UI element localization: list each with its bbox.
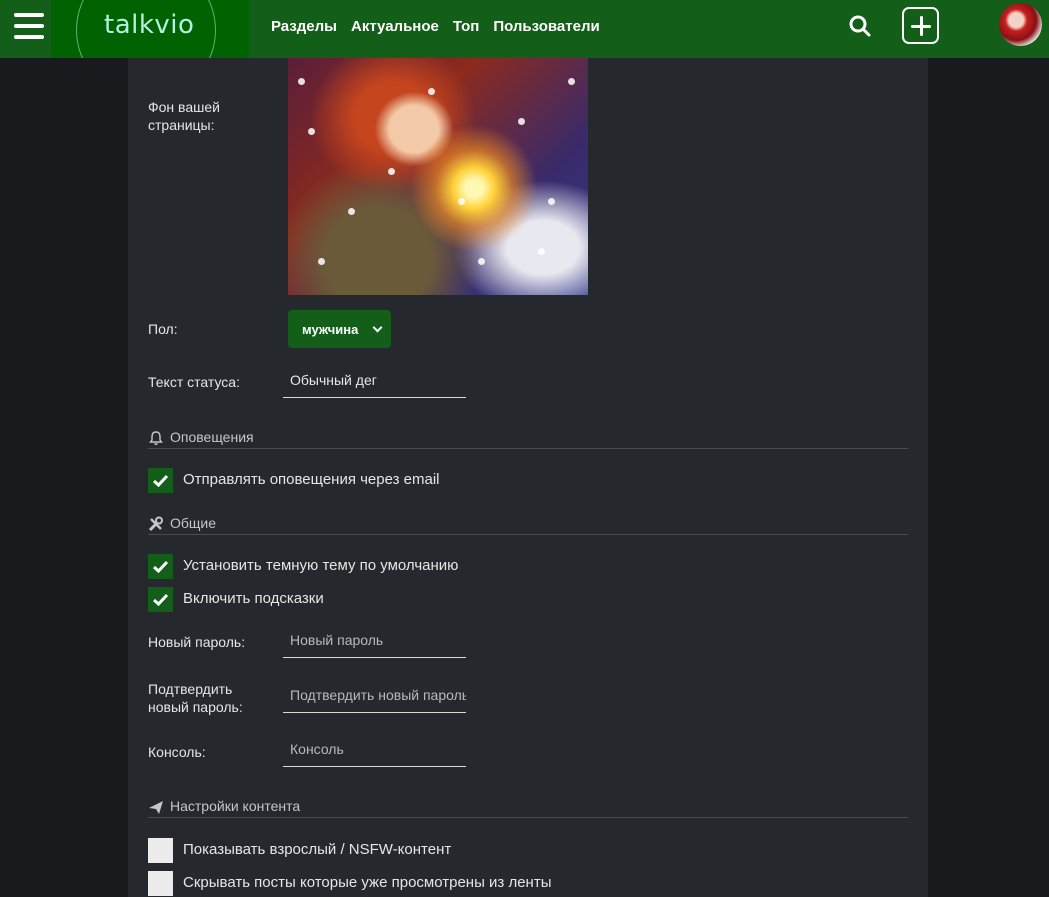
- user-avatar[interactable]: [999, 3, 1042, 46]
- top-navigation-bar: talkvio Разделы Актуальное Топ Пользоват…: [0, 0, 1049, 58]
- check-icon: [153, 560, 169, 574]
- checkbox-label: Отправлять оповещения через email: [183, 471, 440, 488]
- search-icon[interactable]: [848, 14, 872, 38]
- paper-plane-icon: [149, 801, 163, 814]
- logo-text: talkvio: [104, 10, 195, 40]
- console-label: Консоль:: [148, 744, 206, 760]
- section-general: Общие: [148, 515, 908, 535]
- hamburger-icon[interactable]: [14, 13, 44, 39]
- check-icon: [153, 474, 169, 488]
- section-title: Общие: [170, 515, 217, 531]
- checkbox-checked[interactable]: [148, 468, 173, 493]
- gender-select[interactable]: мужчина: [288, 310, 391, 348]
- checkbox-checked[interactable]: [148, 554, 173, 579]
- section-title: Оповещения: [170, 429, 254, 445]
- nav-users[interactable]: Пользователи: [493, 18, 599, 35]
- new-password-input[interactable]: [283, 622, 466, 658]
- checkbox-unchecked[interactable]: [148, 838, 173, 863]
- status-label: Текст статуса:: [148, 374, 240, 390]
- checkbox-checked[interactable]: [148, 587, 173, 612]
- nav-sections[interactable]: Разделы: [271, 18, 337, 35]
- checkbox-label: Скрывать посты которые уже просмотрены и…: [183, 874, 552, 891]
- background-image-preview[interactable]: [288, 58, 588, 295]
- background-label: Фон вашей страницы:: [148, 99, 220, 133]
- check-icon: [153, 593, 169, 607]
- new-password-label: Новый пароль:: [148, 634, 246, 650]
- logo[interactable]: talkvio: [51, 0, 249, 58]
- nav-top[interactable]: Топ: [453, 18, 479, 35]
- bell-icon: [149, 431, 163, 445]
- confirm-password-input[interactable]: [283, 677, 466, 713]
- main-nav: Разделы Актуальное Топ Пользователи: [271, 18, 600, 35]
- chevron-down-icon: [372, 322, 383, 333]
- section-content-settings: Настройки контента: [148, 798, 908, 818]
- gender-value: мужчина: [302, 322, 359, 337]
- section-title: Настройки контента: [170, 798, 301, 814]
- status-input[interactable]: [283, 362, 466, 398]
- add-post-button[interactable]: [902, 7, 939, 44]
- section-notifications: Оповещения: [148, 429, 908, 449]
- checkbox-unchecked[interactable]: [148, 871, 173, 896]
- console-input[interactable]: [283, 731, 466, 767]
- checkbox-label: Включить подсказки: [183, 590, 324, 607]
- confirm-password-label: Подтвердить новый пароль:: [148, 681, 243, 715]
- gender-label: Пол:: [148, 321, 178, 337]
- checkbox-label: Установить темную тему по умолчанию: [183, 557, 459, 574]
- tools-icon: [148, 516, 163, 532]
- checkbox-label: Показывать взрослый / NSFW-контент: [183, 841, 452, 858]
- nav-actual[interactable]: Актуальное: [351, 18, 439, 35]
